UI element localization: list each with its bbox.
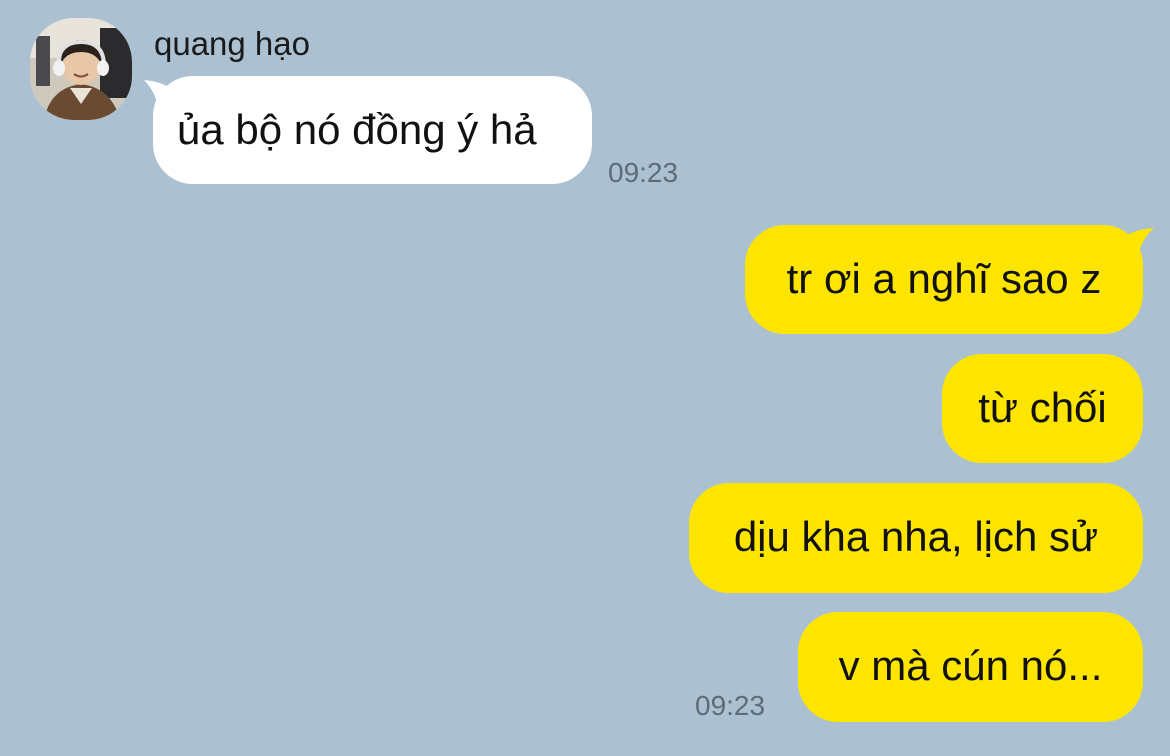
avatar-photo-icon — [30, 18, 132, 120]
outgoing-message-bubble[interactable]: v mà cún nó... — [798, 612, 1143, 722]
message-text: tr ơi a nghĩ sao z — [786, 255, 1102, 302]
sender-name: quang hạo — [154, 25, 310, 62]
chat-area: quang hạo ủa bộ nó đồng ý hả 09:23 tr ơi… — [0, 0, 1170, 756]
message-text: v mà cún nó... — [838, 642, 1103, 689]
message-text: dịu kha nha, lịch sử — [733, 513, 1099, 560]
outgoing-timestamp: 09:23 — [695, 690, 766, 721]
message-text: ủa bộ nó đồng ý hả — [177, 106, 537, 153]
message-text: từ chối — [978, 384, 1107, 431]
outgoing-message-bubble[interactable]: từ chối — [942, 354, 1143, 463]
avatar[interactable] — [30, 18, 132, 120]
outgoing-message-bubble[interactable]: tr ơi a nghĩ sao z — [745, 225, 1143, 334]
outgoing-message-bubble[interactable]: dịu kha nha, lịch sử — [689, 483, 1143, 593]
incoming-message-bubble[interactable]: ủa bộ nó đồng ý hả — [153, 76, 592, 184]
incoming-timestamp: 09:23 — [608, 157, 679, 188]
